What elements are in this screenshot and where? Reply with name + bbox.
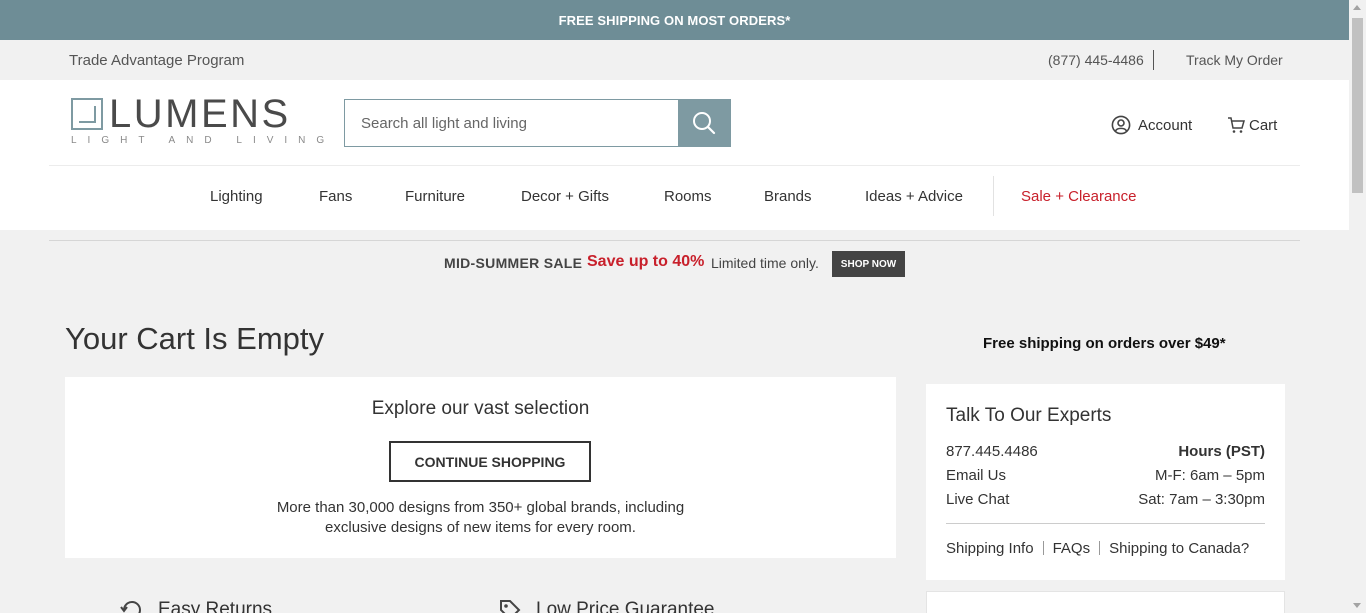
page-title: Your Cart Is Empty	[65, 321, 325, 356]
link-divider	[1042, 541, 1044, 555]
experts-row-1: 877.445.4486 Hours (PST)	[946, 443, 1265, 460]
sale-banner: MID-SUMMER SALE Save up to 40% Limited t…	[0, 251, 1349, 277]
lumens-logo[interactable]: LUMENS LIGHT AND LIVING	[71, 92, 324, 150]
cart-icon	[1228, 117, 1245, 133]
site-header: LUMENS LIGHT AND LIVING Account Cart Lig…	[0, 80, 1349, 230]
weekday-hours: M-F: 6am – 5pm	[1154, 467, 1265, 484]
account-label: Account	[1138, 116, 1193, 134]
account-link[interactable]: Account	[1111, 115, 1192, 135]
page-scrollbar[interactable]	[1349, 0, 1366, 613]
utility-divider	[1153, 50, 1154, 70]
explore-desc-line-1: More than 30,000 designs from 350+ globa…	[276, 499, 685, 516]
link-divider	[1099, 541, 1101, 555]
feature-easy-returns: Easy Returns	[120, 598, 272, 613]
cart-label: Cart	[1249, 116, 1278, 134]
continue-shopping-button[interactable]: CONTINUE SHOPPING	[389, 441, 591, 482]
secondary-card	[926, 591, 1285, 613]
user-icon	[1111, 115, 1131, 135]
sale-offer: Save up to 40%	[587, 253, 705, 270]
cart-link[interactable]: Cart	[1227, 116, 1277, 134]
logo-mark-icon	[71, 98, 103, 130]
nav-item-decor-gifts[interactable]: Decor + Gifts	[521, 188, 609, 205]
feature-label: Low Price Guarantee	[536, 599, 715, 613]
nav-item-rooms[interactable]: Rooms	[664, 188, 712, 205]
sale-label: MID-SUMMER SALE	[444, 255, 583, 271]
scroll-up-arrow-icon[interactable]	[1353, 5, 1361, 10]
experts-links: Shipping Info FAQs Shipping to Canada?	[946, 540, 1249, 557]
explore-desc-line-2: exclusive designs of new items for every…	[325, 519, 636, 536]
live-chat-link[interactable]: Live Chat	[946, 491, 1009, 508]
header-divider	[49, 165, 1300, 166]
main-nav: Lighting Fans Furniture Decor + Gifts Ro…	[0, 176, 1349, 216]
logo-wordmark: LUMENS	[109, 92, 291, 136]
saturday-hours: Sat: 7am – 3:30pm	[1138, 491, 1265, 508]
search-icon	[693, 112, 716, 135]
experts-panel: Talk To Our Experts 877.445.4486 Hours (…	[926, 384, 1285, 580]
logo-tagline: LIGHT AND LIVING	[71, 135, 336, 146]
nav-item-ideas-advice[interactable]: Ideas + Advice	[865, 188, 963, 205]
nav-item-furniture[interactable]: Furniture	[405, 188, 465, 205]
feature-label: Easy Returns	[158, 599, 273, 613]
promo-banner[interactable]: FREE SHIPPING ON MOST ORDERS*	[0, 0, 1349, 40]
shipping-canada-link[interactable]: Shipping to Canada?	[1109, 540, 1249, 557]
sale-divider	[49, 240, 1300, 241]
experts-row-3: Live Chat Sat: 7am – 3:30pm	[946, 491, 1265, 508]
search-bar	[344, 99, 731, 147]
nav-item-sale-clearance[interactable]: Sale + Clearance	[1021, 188, 1137, 205]
hours-label: Hours (PST)	[1178, 443, 1265, 460]
shipping-info-link[interactable]: Shipping Info	[946, 540, 1034, 557]
price-tag-icon	[500, 600, 521, 613]
track-order-link[interactable]: Track My Order	[1186, 52, 1283, 68]
nav-item-brands[interactable]: Brands	[764, 188, 812, 205]
nav-item-lighting[interactable]: Lighting	[210, 188, 263, 205]
shop-now-button[interactable]: SHOP NOW	[832, 251, 905, 277]
utility-bar: Trade Advantage Program (877) 445-4486 T…	[0, 40, 1349, 80]
phone-link[interactable]: (877) 445-4486	[1048, 52, 1144, 68]
scroll-down-arrow-icon[interactable]	[1353, 603, 1361, 608]
explore-heading: Explore our vast selection	[371, 398, 590, 419]
nav-item-fans[interactable]: Fans	[319, 188, 352, 205]
experts-title: Talk To Our Experts	[946, 405, 1112, 426]
experts-row-2: Email Us M-F: 6am – 5pm	[946, 467, 1265, 484]
feature-low-price: Low Price Guarantee	[498, 598, 715, 613]
search-button[interactable]	[678, 100, 730, 146]
search-input[interactable]	[345, 100, 679, 146]
nav-divider	[993, 176, 994, 216]
email-us-link[interactable]: Email Us	[946, 467, 1006, 484]
scrollbar-thumb[interactable]	[1352, 18, 1363, 193]
faqs-link[interactable]: FAQs	[1053, 540, 1091, 557]
free-shipping-note: Free shipping on orders over $49*	[983, 335, 1226, 352]
explore-card: Explore our vast selection CONTINUE SHOP…	[65, 377, 896, 558]
trade-program-link[interactable]: Trade Advantage Program	[69, 52, 244, 69]
experts-divider	[946, 523, 1265, 524]
returns-icon	[120, 601, 141, 613]
sale-note: Limited time only.	[711, 255, 819, 271]
explore-description: More than 30,000 designs from 350+ globa…	[65, 498, 896, 538]
experts-phone-link[interactable]: 877.445.4486	[946, 443, 1038, 460]
